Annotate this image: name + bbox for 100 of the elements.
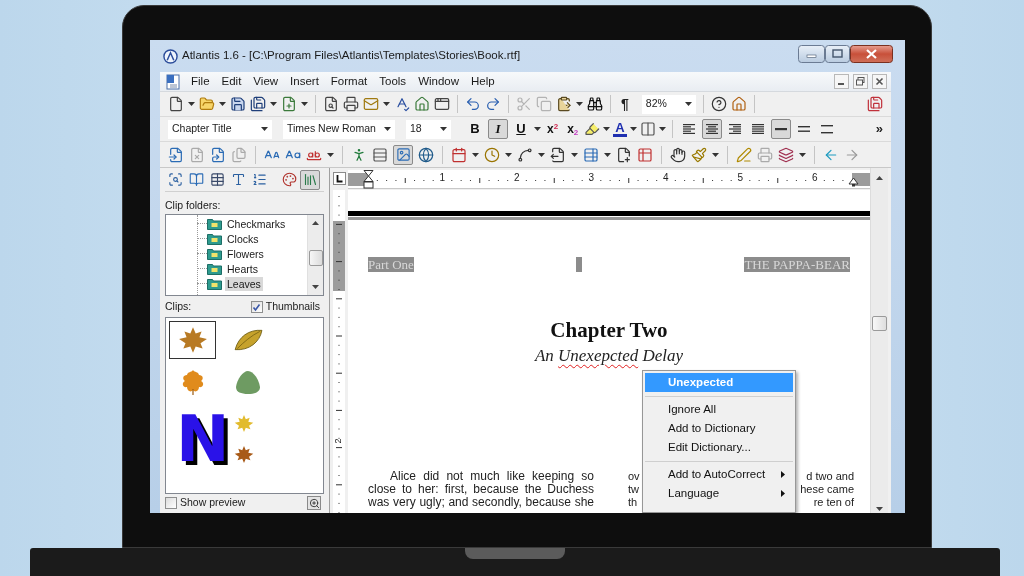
caret-icon[interactable] [538, 152, 545, 157]
document-plus-icon[interactable] [616, 146, 632, 163]
menu-item[interactable]: Add to Dictionary [645, 419, 793, 438]
window-icon[interactable] [434, 96, 450, 112]
menu-item[interactable]: Ignore All [645, 400, 793, 419]
menu-item[interactable]: Help [465, 72, 501, 91]
folder-item[interactable]: Hearts [225, 261, 260, 276]
indent-marker-icon[interactable] [363, 170, 374, 189]
caret-icon[interactable] [472, 152, 479, 157]
menu-item[interactable]: View [247, 72, 285, 91]
floppy-disks-icon[interactable] [250, 96, 266, 112]
menu-item[interactable]: Format [324, 72, 374, 91]
right-indent-icon[interactable] [848, 177, 859, 187]
close-icon[interactable] [850, 45, 893, 63]
help-icon[interactable] [710, 96, 727, 112]
menu-item[interactable]: Edit [215, 72, 248, 91]
house-icon[interactable] [414, 96, 430, 112]
document-arrow-icon[interactable] [210, 146, 226, 163]
caret-icon[interactable] [712, 152, 719, 157]
scroll-up-icon[interactable] [876, 176, 883, 180]
caret-icon[interactable] [505, 152, 512, 157]
caret-icon[interactable] [571, 152, 578, 157]
person-icon[interactable] [351, 146, 367, 163]
folder-item[interactable]: Leaves [225, 276, 263, 291]
scrollbar-thumb[interactable] [872, 316, 887, 331]
subscript-button[interactable]: x$_{2}$ [564, 120, 582, 138]
redo-icon[interactable] [485, 96, 501, 112]
menu-item[interactable]: File [185, 72, 216, 91]
caret-icon[interactable] [629, 127, 637, 131]
clip-thumbnail[interactable] [169, 321, 216, 359]
spell-check-icon[interactable] [394, 96, 410, 112]
menu-item[interactable]: Tools [373, 72, 413, 91]
floppy-disks-icon[interactable] [867, 96, 883, 112]
caret-icon[interactable] [684, 102, 692, 106]
font-size-dropdown[interactable]: 18 [406, 119, 451, 139]
document-icon[interactable] [168, 96, 184, 112]
caret-icon[interactable] [188, 102, 195, 106]
checkbox[interactable] [250, 301, 263, 313]
menu-item[interactable]: Edit Dictionary... [645, 438, 793, 457]
zoom-dropdown[interactable]: 82% [641, 94, 696, 114]
calendar-icon[interactable] [451, 146, 467, 163]
binoculars-icon[interactable] [587, 96, 603, 112]
caret-icon[interactable] [383, 102, 390, 106]
vertical-scrollbar[interactable] [307, 215, 323, 295]
folder-item[interactable]: Checkmarks [225, 216, 288, 231]
hand-icon[interactable] [670, 146, 686, 163]
menu-item[interactable]: Language [645, 484, 793, 503]
caret-icon[interactable] [603, 127, 611, 131]
printer-icon[interactable] [343, 96, 359, 112]
caret-icon[interactable] [261, 127, 268, 131]
checkbox[interactable] [165, 497, 177, 509]
align-center-icon[interactable] [701, 119, 722, 139]
caret-icon[interactable] [327, 152, 334, 157]
clip-thumbnail[interactable]: N [169, 405, 271, 477]
caret-icon[interactable] [604, 152, 611, 157]
logo-icon[interactable] [163, 48, 178, 64]
font-dropdown[interactable]: Times New Roman [283, 119, 395, 139]
minimize-icon[interactable] [798, 45, 825, 63]
bold-button[interactable]: B [465, 119, 485, 139]
maximize-icon[interactable] [825, 45, 850, 63]
magnifier-icon[interactable] [307, 496, 321, 510]
pen-icon[interactable] [736, 146, 752, 163]
caret-icon[interactable] [534, 127, 541, 131]
table-icon[interactable] [637, 146, 653, 163]
minimize-icon[interactable] [834, 74, 849, 89]
caret-icon[interactable] [440, 127, 447, 131]
folder-item[interactable]: Clocks [225, 231, 261, 246]
scroll-up-icon[interactable] [312, 221, 319, 225]
folder-item[interactable]: Flowers [225, 246, 266, 261]
caret-icon[interactable] [658, 127, 666, 131]
close-icon[interactable] [872, 74, 887, 89]
undo-icon[interactable] [465, 96, 481, 112]
scroll-down-icon[interactable] [876, 507, 883, 511]
more-button[interactable]: » [875, 119, 883, 139]
layers-icon[interactable] [778, 146, 794, 163]
menu-item[interactable]: Window [412, 72, 466, 91]
curve-icon[interactable] [517, 146, 533, 163]
vertical-scrollbar[interactable] [870, 168, 888, 513]
rows-icon[interactable] [372, 146, 388, 163]
document-search-icon[interactable] [323, 96, 339, 112]
library-icon[interactable] [300, 169, 320, 190]
table-icon[interactable] [583, 146, 599, 163]
clipboard-icon[interactable] [556, 96, 572, 112]
italic-button[interactable]: I [488, 119, 508, 139]
paintbrush-icon[interactable] [691, 146, 707, 163]
menu-item[interactable]: Add to AutoCorrect [645, 465, 793, 484]
scrollbar-thumb[interactable] [308, 250, 323, 266]
formatting-marks-button[interactable]: ¶ [618, 93, 632, 115]
clock-icon[interactable] [484, 146, 500, 163]
document-arrow-icon[interactable] [168, 146, 184, 163]
menu-item[interactable]: Insert [284, 72, 325, 91]
caret-icon[interactable] [576, 102, 583, 106]
caret-icon[interactable] [219, 102, 226, 106]
globe-icon[interactable] [418, 146, 434, 163]
tab-stop-icon[interactable] [332, 172, 346, 185]
underline-button[interactable]: U [511, 119, 531, 139]
picture-icon[interactable] [393, 144, 413, 165]
caret-icon[interactable] [384, 127, 391, 131]
caret-icon[interactable] [301, 102, 308, 106]
restore-icon[interactable] [853, 74, 868, 89]
